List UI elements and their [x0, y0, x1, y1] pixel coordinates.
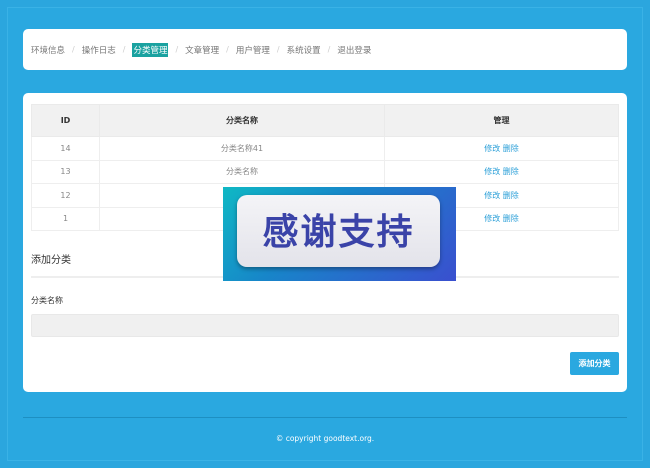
cell-name: 分类名称41	[99, 136, 385, 161]
cell-id: 14	[31, 136, 100, 161]
edit-link[interactable]: 修改	[484, 167, 500, 176]
add-category-button[interactable]: 添加分类	[570, 352, 619, 375]
delete-link[interactable]: 删除	[503, 167, 519, 176]
nav-item-logout[interactable]: 退出登录	[337, 44, 371, 56]
cell-actions: 修改 删除	[384, 136, 619, 161]
column-header-manage: 管理	[384, 104, 619, 137]
thanks-banner-image: 感谢支持	[223, 187, 456, 281]
nav-item-category-management[interactable]: 分类管理	[132, 42, 169, 57]
edit-link[interactable]: 修改	[484, 191, 500, 200]
nav-separator: /	[122, 45, 126, 54]
column-header-name: 分类名称	[99, 104, 385, 137]
nav-separator: /	[276, 45, 280, 54]
delete-link[interactable]: 删除	[503, 144, 519, 153]
cell-id: 1	[31, 206, 100, 231]
table-header-row: ID 分类名称 管理	[31, 104, 619, 137]
delete-link[interactable]: 删除	[503, 214, 519, 223]
nav-item-system-settings[interactable]: 系统设置	[287, 44, 321, 56]
delete-link[interactable]: 删除	[503, 191, 519, 200]
nav-separator: /	[175, 45, 179, 54]
cell-actions: 修改 删除	[384, 159, 619, 184]
add-category-heading: 添加分类	[31, 255, 71, 266]
thanks-banner-plate: 感谢支持	[237, 195, 440, 267]
nav-item-article-management[interactable]: 文章管理	[185, 44, 219, 56]
footer-divider	[23, 417, 627, 418]
column-header-id: ID	[31, 104, 100, 137]
category-name-input[interactable]	[31, 314, 619, 337]
cell-name: 分类名称	[99, 159, 385, 184]
nav-item-operation-log[interactable]: 操作日志	[82, 44, 116, 56]
cell-id: 12	[31, 183, 100, 208]
nav-item-env-info[interactable]: 环境信息	[31, 44, 65, 56]
nav-separator: /	[72, 45, 75, 54]
nav-separator: /	[327, 45, 331, 54]
edit-link[interactable]: 修改	[484, 214, 500, 223]
cell-id: 13	[31, 159, 100, 184]
category-name-label: 分类名称	[31, 296, 63, 305]
table-row: 13 分类名称 修改 删除	[31, 159, 619, 184]
top-nav: 环境信息 / 操作日志 / 分类管理 / 文章管理 / 用户管理 / 系统设置 …	[23, 29, 627, 70]
nav-separator: /	[226, 45, 229, 54]
nav-card: 环境信息 / 操作日志 / 分类管理 / 文章管理 / 用户管理 / 系统设置 …	[23, 29, 627, 70]
footer-copyright: © copyright goodtext.org.	[275, 434, 375, 443]
nav-item-user-management[interactable]: 用户管理	[236, 44, 270, 56]
thanks-banner-text: 感谢支持	[262, 212, 415, 253]
edit-link[interactable]: 修改	[484, 144, 500, 153]
table-row: 14 分类名称41 修改 删除	[31, 136, 619, 161]
